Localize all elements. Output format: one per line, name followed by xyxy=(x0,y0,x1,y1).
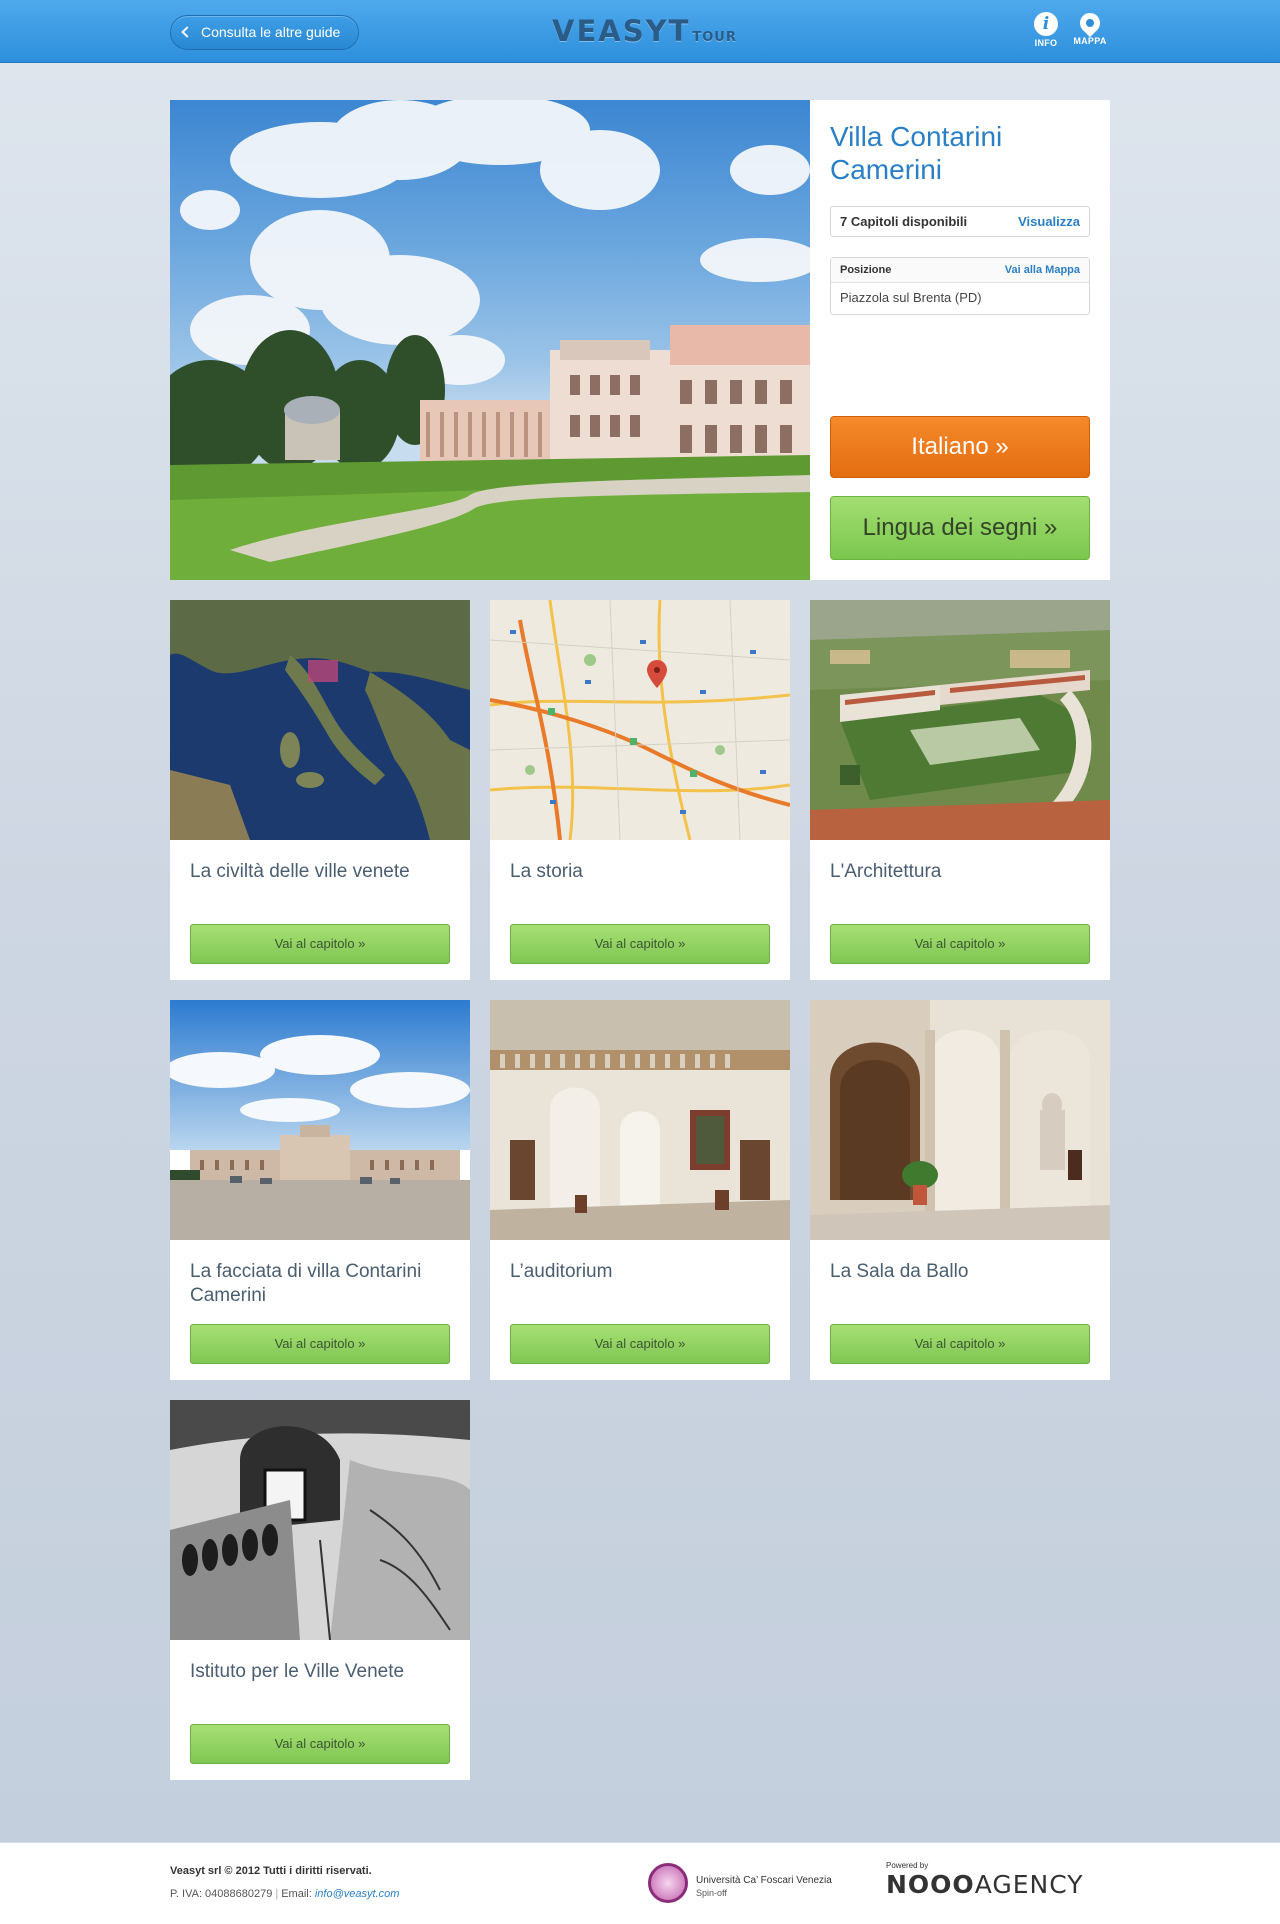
go-to-chapter-button[interactable]: Vai al capitolo » xyxy=(510,924,770,964)
chapter-title: L’auditorium xyxy=(510,1261,613,1282)
view-chapters-link[interactable]: Visualizza xyxy=(1018,207,1080,236)
top-navigation-bar: Consulta le altre guide VEASYT TOUR i INF… xyxy=(0,0,1280,63)
logo-text: VEASYT xyxy=(552,14,691,48)
chevron-left-icon xyxy=(181,26,193,38)
chapter-thumbnail-institute-archive[interactable] xyxy=(170,1400,470,1640)
chapter-thumbnail-ballroom[interactable] xyxy=(810,1000,1110,1240)
go-to-chapter-button[interactable]: Vai al capitolo » xyxy=(830,924,1090,964)
chapter-card: La facciata di villa Contarini Camerini … xyxy=(170,1000,470,1380)
go-to-map-link[interactable]: Vai alla Mappa xyxy=(1005,258,1080,282)
chapter-card: La storia Vai al capitolo » xyxy=(490,600,790,980)
chapter-title: La facciata di villa Contarini Camerini xyxy=(190,1261,422,1306)
footer-contact: P. IVA: 04088680279 | Email: info@veasyt.c… xyxy=(170,1888,400,1900)
chapter-card: Istituto per le Ville Venete Vai al capi… xyxy=(170,1400,470,1780)
logo-subtext: TOUR xyxy=(692,30,737,45)
chapters-count-text: 7 Capitoli disponibili xyxy=(840,214,968,229)
email-label: Email: xyxy=(281,1888,312,1900)
agency-name-rest: AGENCY xyxy=(974,1870,1084,1899)
position-value: Piazzola sul Brenta (PD) xyxy=(840,290,982,305)
go-to-chapter-button[interactable]: Vai al capitolo » xyxy=(190,924,450,964)
chapters-count-box: 7 Capitoli disponibili Visualizza xyxy=(830,206,1090,237)
chapter-title: Istituto per le Ville Venete xyxy=(190,1661,405,1682)
chapter-card: L’auditorium Vai al capitolo » xyxy=(490,1000,790,1380)
vat-number: P. IVA: 04088680279 xyxy=(170,1888,273,1900)
chapter-title: L'Architettura xyxy=(830,861,942,882)
position-box: Posizione Vai alla Mappa Piazzola sul Br… xyxy=(830,257,1090,315)
info-button[interactable]: i INFO xyxy=(1024,12,1068,56)
go-to-chapter-button[interactable]: Vai al capitolo » xyxy=(190,1724,450,1764)
agency-name: NOOOAGENCY xyxy=(886,1871,1084,1899)
guide-info-panel: Villa Contarini Camerini 7 Capitoli disp… xyxy=(810,100,1110,580)
back-to-guides-button[interactable]: Consulta le altre guide xyxy=(170,15,359,50)
chapter-title: La Sala da Ballo xyxy=(830,1261,969,1282)
chapter-card: La civiltà delle ville venete Vai al cap… xyxy=(170,600,470,980)
position-label: Posizione xyxy=(840,264,892,276)
chapter-thumbnail-facade[interactable] xyxy=(170,1000,470,1240)
chapter-card: La Sala da Ballo Vai al capitolo » xyxy=(810,1000,1110,1380)
go-to-chapter-button[interactable]: Vai al capitolo » xyxy=(510,1324,770,1364)
veasyt-logo[interactable]: VEASYT TOUR xyxy=(552,14,737,48)
chapter-title: La civiltà delle ville venete xyxy=(190,861,410,882)
villa-hero-photo xyxy=(170,100,810,580)
chapter-thumbnail-road-map[interactable] xyxy=(490,600,790,840)
sign-language-button[interactable]: Lingua dei segni » xyxy=(830,496,1090,560)
ca-foscari-logo[interactable]: Università Ca’ Foscari Venezia Spin-off xyxy=(648,1863,848,1907)
nooo-agency-logo[interactable]: Powered by NOOOAGENCY xyxy=(886,1861,1084,1899)
map-button[interactable]: MAPPA xyxy=(1068,8,1112,56)
email-link[interactable]: info@veasyt.com xyxy=(315,1888,400,1900)
agency-name-bold: NOOO xyxy=(886,1870,975,1899)
chapter-thumbnail-auditorium[interactable] xyxy=(490,1000,790,1240)
position-header: Posizione Vai alla Mappa xyxy=(831,258,1089,283)
university-name: Università Ca’ Foscari Venezia xyxy=(696,1875,832,1886)
map-pin-icon xyxy=(1075,8,1105,38)
university-spinoff: Spin-off xyxy=(696,1888,727,1898)
italian-language-button[interactable]: Italiano » xyxy=(830,416,1090,478)
info-label: INFO xyxy=(1034,38,1058,48)
info-icon: i xyxy=(1034,12,1058,36)
footer: Veasyt srl © 2012 Tutti i diritti riserv… xyxy=(0,1842,1280,1924)
powered-by-label: Powered by xyxy=(886,1861,929,1870)
chapter-title: La storia xyxy=(510,861,583,882)
go-to-chapter-button[interactable]: Vai al capitolo » xyxy=(190,1324,450,1364)
go-to-chapter-button[interactable]: Vai al capitolo » xyxy=(830,1324,1090,1364)
university-seal-icon xyxy=(648,1863,688,1903)
map-label: MAPPA xyxy=(1073,36,1107,46)
chapter-thumbnail-aerial-villa[interactable] xyxy=(810,600,1110,840)
guide-hero-panel: Villa Contarini Camerini 7 Capitoli disp… xyxy=(170,100,1110,580)
chapter-card: L'Architettura Vai al capitolo » xyxy=(810,600,1110,980)
chapter-thumbnail-satellite-map[interactable] xyxy=(170,600,470,840)
copyright-text: Veasyt srl © 2012 Tutti i diritti riserv… xyxy=(170,1865,372,1877)
villa-title: Villa Contarini Camerini xyxy=(830,121,1003,185)
back-button-label: Consulta le altre guide xyxy=(201,24,341,40)
